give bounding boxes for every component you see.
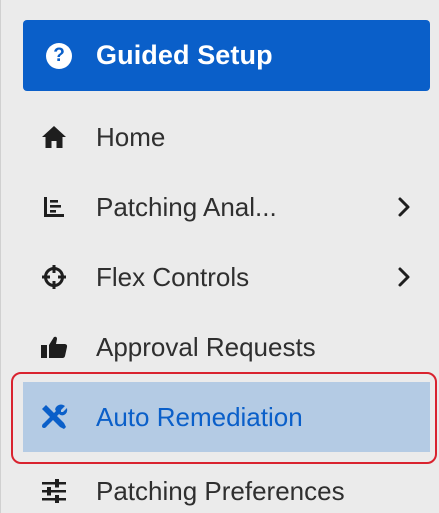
sidebar-item-flex-controls[interactable]: Flex Controls xyxy=(23,242,430,312)
guided-setup-label: Guided Setup xyxy=(96,40,273,70)
guided-setup-button[interactable]: ? Guided Setup xyxy=(23,20,430,91)
sidebar-item-label: Home xyxy=(96,121,166,152)
chevron-right-icon xyxy=(394,195,414,219)
tools-icon xyxy=(39,402,69,432)
sidebar-item-home[interactable]: Home xyxy=(23,102,430,172)
chevron-right-icon xyxy=(394,265,414,289)
sidebar-item-patching-analytics[interactable]: Patching Anal... xyxy=(23,172,430,242)
sidebar-nav: ? Guided Setup Home Patching Anal... Fle… xyxy=(0,0,439,513)
thumbs-up-icon xyxy=(39,332,69,362)
question-circle-icon: ? xyxy=(46,42,72,69)
sidebar-item-approval-requests[interactable]: Approval Requests xyxy=(23,312,430,382)
sidebar-item-label: Patching Preferences xyxy=(96,475,345,506)
sidebar-item-auto-remediation[interactable]: Auto Remediation xyxy=(23,382,430,452)
sliders-icon xyxy=(39,476,69,506)
sidebar-item-label: Patching Anal... xyxy=(96,191,277,222)
chart-icon xyxy=(39,192,69,222)
home-icon xyxy=(39,122,69,152)
sidebar-item-label: Approval Requests xyxy=(96,331,316,362)
sidebar-item-patching-preferences[interactable]: Patching Preferences xyxy=(23,456,430,513)
crosshair-icon xyxy=(39,262,69,292)
sidebar-item-label: Flex Controls xyxy=(96,261,250,292)
sidebar-item-label: Auto Remediation xyxy=(96,401,303,432)
